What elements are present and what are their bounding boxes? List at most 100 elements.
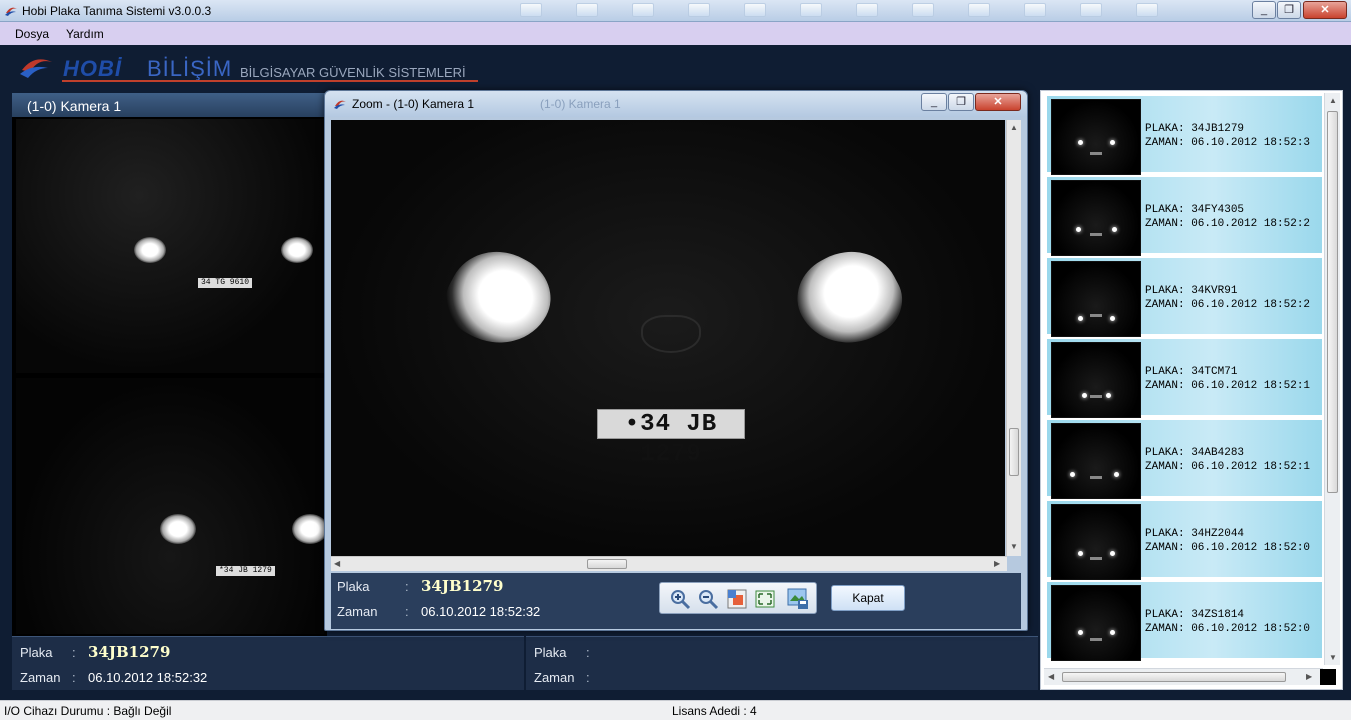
- menu-bar: Dosya Yardım: [0, 22, 1351, 45]
- list-item[interactable]: PLAKA: 34JB1279 ZAMAN: 06.10.2012 18:52:…: [1046, 95, 1322, 175]
- plaka-colon: :: [586, 645, 590, 660]
- detection-time: ZAMAN: 06.10.2012 18:52:3: [1145, 137, 1311, 149]
- zoom-minimize-button[interactable]: _: [921, 93, 947, 111]
- headlight-right: [281, 237, 313, 263]
- detection-time: ZAMAN: 06.10.2012 18:52:0: [1145, 623, 1311, 635]
- scroll-thumb[interactable]: [1062, 672, 1286, 682]
- detection-time: ZAMAN: 06.10.2012 18:52:1: [1145, 380, 1311, 392]
- brand-header: HOBİ BİLİŞİM BİLGİSAYAR GÜVENLİK SİSTEML…: [0, 45, 1351, 90]
- list-item[interactable]: PLAKA: 34FY4305 ZAMAN: 06.10.2012 18:52:…: [1046, 176, 1322, 256]
- zoom-out-icon[interactable]: [696, 587, 720, 611]
- logo-text-bold: HOBİ: [63, 56, 122, 81]
- scroll-right-icon[interactable]: ▶: [994, 559, 1000, 568]
- plaka-label: Plaka: [534, 645, 567, 660]
- logo-text-light: BİLİŞİM: [147, 56, 233, 81]
- zaman-label: Zaman: [534, 670, 575, 685]
- zaman-value: 06.10.2012 18:52:32: [88, 670, 208, 685]
- scroll-left-icon[interactable]: ◀: [1048, 672, 1054, 681]
- detection-thumbnail: [1051, 423, 1141, 499]
- list-item[interactable]: PLAKA: 34ZS1814 ZAMAN: 06.10.2012 18:52:…: [1046, 581, 1322, 661]
- zaman-colon: :: [405, 604, 409, 619]
- scroll-thumb[interactable]: [587, 559, 627, 569]
- scroll-up-icon[interactable]: ▲: [1329, 96, 1337, 105]
- list-item[interactable]: PLAKA: 34KVR91 ZAMAN: 06.10.2012 18:52:2: [1046, 257, 1322, 337]
- title-bar: Hobi Plaka Tanıma Sistemi v3.0.0.3 _ ❐ ✕: [0, 0, 1351, 22]
- close-button[interactable]: ✕: [1303, 1, 1347, 19]
- zoom-toolbar: [659, 582, 817, 614]
- detection-time: ZAMAN: 06.10.2012 18:52:2: [1145, 218, 1311, 230]
- detection-plate: PLAKA: 34TCM71: [1145, 366, 1238, 378]
- list-vertical-scrollbar[interactable]: ▲ ▼: [1324, 93, 1340, 665]
- maximize-button[interactable]: ❐: [1277, 1, 1301, 19]
- minimize-button[interactable]: _: [1252, 1, 1276, 19]
- zoom-horizontal-scrollbar[interactable]: ◀ ▶: [331, 556, 1007, 571]
- scroll-thumb[interactable]: [1009, 428, 1019, 476]
- camera-frame-2[interactable]: *34 JB 1279: [16, 378, 324, 634]
- zoomed-image[interactable]: •34 JB 1279: [331, 120, 1005, 556]
- detection-plate: PLAKA: 34FY4305: [1145, 204, 1245, 216]
- detection-thumbnail: [1051, 99, 1141, 175]
- detection-thumbnail: [1051, 342, 1141, 418]
- detection-thumbnail: [1051, 261, 1141, 337]
- detection-thumbnail: [1051, 585, 1141, 661]
- plaka-label: Plaka: [337, 579, 370, 594]
- zaman-colon: :: [72, 670, 76, 685]
- plaka-value: 34JB1279: [88, 643, 171, 661]
- zoom-window: Zoom - (1-0) Kamera 1 (1-0) Kamera 1 _ ❐…: [324, 90, 1028, 631]
- zaman-value: 06.10.2012 18:52:32: [421, 604, 541, 619]
- list-item[interactable]: PLAKA: 34TCM71 ZAMAN: 06.10.2012 18:52:1: [1046, 338, 1322, 418]
- zoom-title: Zoom - (1-0) Kamera 1: [352, 97, 475, 111]
- scroll-left-icon[interactable]: ◀: [334, 559, 340, 568]
- original-size-icon[interactable]: [725, 587, 749, 611]
- io-status: I/O Cihazı Durumu : Bağlı Değil: [4, 704, 172, 718]
- zoom-vertical-scrollbar[interactable]: ▲ ▼: [1006, 120, 1021, 556]
- zaman-label: Zaman: [337, 604, 378, 619]
- car-emblem: [641, 315, 701, 353]
- info-panel-right: Plaka : Zaman :: [526, 636, 1038, 690]
- zoom-title-bar[interactable]: Zoom - (1-0) Kamera 1 (1-0) Kamera 1 _ ❐…: [325, 91, 1027, 117]
- license-plate-zoomed: •34 JB 1279: [597, 409, 745, 468]
- scroll-down-icon[interactable]: ▼: [1329, 653, 1337, 662]
- detection-time: ZAMAN: 06.10.2012 18:52:0: [1145, 542, 1311, 554]
- zoom-close-button[interactable]: ✕: [975, 93, 1021, 111]
- detection-time: ZAMAN: 06.10.2012 18:52:1: [1145, 461, 1311, 473]
- brand-underline: [62, 80, 478, 82]
- menu-dosya[interactable]: Dosya: [15, 27, 49, 41]
- headlight-left: [433, 233, 565, 363]
- camera-plate-1: 34 TG 9610: [198, 278, 253, 288]
- plaka-colon: :: [405, 579, 409, 594]
- headlight-right: [783, 233, 915, 363]
- save-image-icon[interactable]: [786, 587, 810, 611]
- info-panel-left: Plaka : 34JB1279 Zaman : 06.10.2012 18:5…: [12, 636, 524, 690]
- background-desktop-icons: [520, 3, 1220, 19]
- scroll-down-icon[interactable]: ▼: [1010, 542, 1018, 551]
- fit-to-window-icon[interactable]: [753, 587, 777, 611]
- detection-plate: PLAKA: 34AB4283: [1145, 447, 1245, 459]
- camera-header: (1-0) Kamera 1: [12, 93, 327, 117]
- zoom-ghost-title: (1-0) Kamera 1: [540, 97, 621, 111]
- detection-time: ZAMAN: 06.10.2012 18:52:2: [1145, 299, 1311, 311]
- list-item[interactable]: PLAKA: 34AB4283 ZAMAN: 06.10.2012 18:52:…: [1046, 419, 1322, 499]
- list-item[interactable]: PLAKA: 34HZ2044 ZAMAN: 06.10.2012 18:52:…: [1046, 500, 1322, 580]
- kapat-button[interactable]: Kapat: [831, 585, 905, 611]
- app-logo-icon: [334, 100, 346, 109]
- scroll-up-icon[interactable]: ▲: [1010, 123, 1018, 132]
- scroll-thumb[interactable]: [1327, 111, 1338, 493]
- menu-yardim[interactable]: Yardım: [66, 27, 104, 41]
- camera-frame-1[interactable]: 34 TG 9610: [16, 119, 324, 373]
- zoom-in-icon[interactable]: [668, 587, 692, 611]
- plaka-label: Plaka: [20, 645, 53, 660]
- detection-thumbnail: [1051, 504, 1141, 580]
- status-bar: I/O Cihazı Durumu : Bağlı Değil Lisans A…: [0, 700, 1351, 720]
- camera-plate-2: *34 JB 1279: [216, 566, 275, 576]
- list-horizontal-scrollbar[interactable]: ◀ ▶: [1044, 668, 1323, 685]
- detection-plate: PLAKA: 34KVR91: [1145, 285, 1238, 297]
- plaka-colon: :: [72, 645, 76, 660]
- zaman-label: Zaman: [20, 670, 61, 685]
- plaka-value: 34JB1279: [421, 577, 504, 595]
- zaman-colon: :: [586, 670, 590, 685]
- scroll-right-icon[interactable]: ▶: [1306, 672, 1312, 681]
- detection-thumbnail: [1051, 180, 1141, 256]
- detection-plate: PLAKA: 34JB1279: [1145, 123, 1245, 135]
- zoom-maximize-button[interactable]: ❐: [948, 93, 974, 111]
